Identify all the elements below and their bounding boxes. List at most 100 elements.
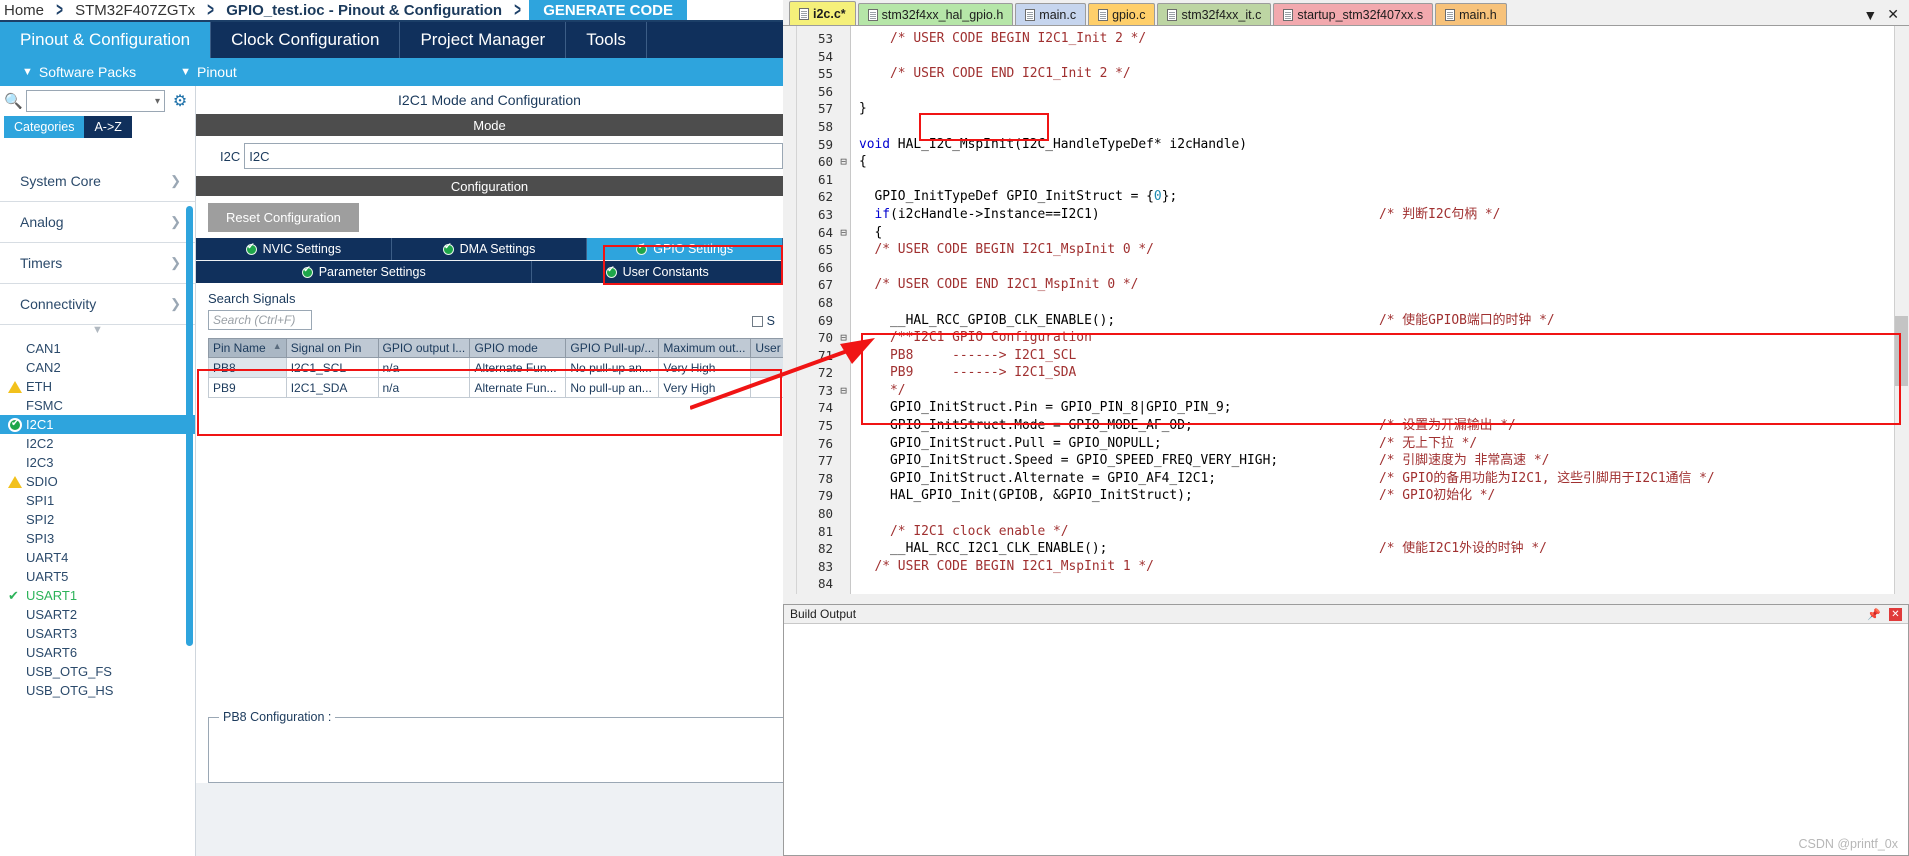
- code-line[interactable]: {: [859, 224, 1909, 242]
- fold-marker[interactable]: ⊟: [837, 382, 850, 400]
- code-line[interactable]: {: [859, 153, 1909, 171]
- code-line[interactable]: [859, 48, 1909, 66]
- code-line[interactable]: __HAL_RCC_GPIOB_CLK_ENABLE();/* 使能GPIOB端…: [859, 312, 1909, 330]
- fold-marker[interactable]: [837, 523, 850, 541]
- category-analog[interactable]: Analog ❯: [0, 202, 195, 243]
- category-system-core[interactable]: System Core ❯: [0, 161, 195, 202]
- fold-marker[interactable]: [837, 206, 850, 224]
- fold-marker[interactable]: [837, 558, 850, 576]
- code-line[interactable]: /* USER CODE END I2C1_MspInit 0 */: [859, 276, 1909, 294]
- code-line[interactable]: if(i2cHandle->Instance==I2C1)/* 判断I2C句柄 …: [859, 206, 1909, 224]
- fold-marker[interactable]: [837, 171, 850, 189]
- col-maximum-output-speed[interactable]: Maximum out...: [658, 338, 752, 358]
- peripheral-spi2[interactable]: SPI2: [0, 510, 195, 529]
- generate-code-button[interactable]: GENERATE CODE: [529, 0, 687, 20]
- peripheral-can1[interactable]: CAN1: [0, 339, 195, 358]
- peripheral-can2[interactable]: CAN2: [0, 358, 195, 377]
- checkbox-icon[interactable]: [751, 315, 763, 327]
- fold-marker[interactable]: [837, 399, 850, 417]
- peripheral-i2c1[interactable]: I2C1: [0, 415, 195, 434]
- peripheral-usb-otg-fs[interactable]: USB_OTG_FS: [0, 662, 195, 681]
- tab-dma-settings[interactable]: DMA Settings: [392, 238, 588, 260]
- peripheral-spi3[interactable]: SPI3: [0, 529, 195, 548]
- code-line[interactable]: [859, 294, 1909, 312]
- fold-marker[interactable]: [837, 65, 850, 83]
- code-editor[interactable]: 53 54 55 56 57 58 59 60 61 62 63 64 65 66 67 68 69 70 71 72…: [783, 26, 1909, 594]
- fold-marker[interactable]: [837, 30, 850, 48]
- code-line[interactable]: [859, 118, 1909, 136]
- tab-clock-configuration[interactable]: Clock Configuration: [211, 22, 401, 58]
- tab-gpio-settings[interactable]: GPIO Settings: [587, 238, 783, 260]
- tab-categories[interactable]: Categories: [4, 116, 85, 138]
- category-timers[interactable]: Timers ❯: [0, 243, 195, 284]
- code-line[interactable]: [859, 83, 1909, 101]
- code-line[interactable]: PB8 ------> I2C1_SCL: [859, 347, 1909, 365]
- peripheral-i2c2[interactable]: I2C2: [0, 434, 195, 453]
- code-line[interactable]: GPIO_InitStruct.Speed = GPIO_SPEED_FREQ_…: [859, 452, 1909, 470]
- category-connectivity[interactable]: Connectivity ❯: [0, 284, 195, 325]
- code-line[interactable]: /* I2C1 clock enable */: [859, 523, 1909, 541]
- breadcrumb-project[interactable]: GPIO_test.ioc - Pinout & Configuration: [222, 2, 506, 19]
- reset-configuration-button[interactable]: Reset Configuration: [208, 202, 359, 232]
- code-line[interactable]: /* USER CODE BEGIN I2C1_MspInit 0 */: [859, 241, 1909, 259]
- code-line[interactable]: /* USER CODE BEGIN I2C1_Init 2 */: [859, 30, 1909, 48]
- tab-parameter-settings[interactable]: Parameter Settings: [196, 261, 533, 283]
- fold-marker[interactable]: [837, 312, 850, 330]
- tab-nvic-settings[interactable]: NVIC Settings: [196, 238, 392, 260]
- breadcrumb-mcu[interactable]: STM32F407ZGTx: [71, 2, 199, 19]
- breadcrumb-home[interactable]: Home: [0, 2, 48, 19]
- table-row[interactable]: PB9 I2C1_SDA n/a Alternate Fun... No pul…: [208, 377, 783, 398]
- fold-marker[interactable]: [837, 505, 850, 523]
- scroll-grip[interactable]: ▼: [0, 325, 195, 339]
- code-line[interactable]: GPIO_InitTypeDef GPIO_InitStruct = {0};: [859, 188, 1909, 206]
- code-line[interactable]: void HAL_I2C_MspInit(I2C_HandleTypeDef* …: [859, 136, 1909, 154]
- peripheral-spi1[interactable]: SPI1: [0, 491, 195, 510]
- fold-marker[interactable]: [837, 364, 850, 382]
- fold-marker[interactable]: [837, 136, 850, 154]
- fold-marker[interactable]: ⊟: [837, 224, 850, 242]
- fold-marker[interactable]: [837, 118, 850, 136]
- peripheral-usart2[interactable]: USART2: [0, 605, 195, 624]
- col-gpio-output-level[interactable]: GPIO output l...: [377, 338, 471, 358]
- code-line[interactable]: /**I2C1 GPIO Configuration: [859, 329, 1909, 347]
- pin-icon[interactable]: 📌: [1867, 608, 1881, 621]
- peripheral-usb-otg-hs[interactable]: USB_OTG_HS: [0, 681, 195, 700]
- file-tab-startup-stm32f407xx-s[interactable]: startup_stm32f407xx.s: [1273, 3, 1434, 25]
- col-user-label[interactable]: User: [750, 338, 783, 358]
- file-tab-gpio-c[interactable]: gpio.c: [1088, 3, 1156, 25]
- peripheral-eth[interactable]: ETH: [0, 377, 195, 396]
- fold-marker[interactable]: [837, 259, 850, 277]
- code-line[interactable]: [859, 171, 1909, 189]
- close-icon[interactable]: ✕: [1887, 6, 1899, 23]
- code-line[interactable]: GPIO_InitStruct.Pull = GPIO_NOPULL;/* 无上…: [859, 435, 1909, 453]
- tab-pinout-configuration[interactable]: Pinout & Configuration: [0, 22, 212, 58]
- peripheral-uart5[interactable]: UART5: [0, 567, 195, 586]
- pinout-menu[interactable]: ▼ Pinout: [158, 64, 259, 80]
- tree-scrollbar[interactable]: [186, 206, 193, 646]
- code-line[interactable]: __HAL_RCC_I2C1_CLK_ENABLE();/* 使能I2C1外设的…: [859, 540, 1909, 558]
- fold-marker[interactable]: [837, 276, 850, 294]
- scrollbar-thumb[interactable]: [1895, 316, 1908, 386]
- gear-icon[interactable]: ⚙: [169, 91, 191, 111]
- search-input[interactable]: ▾: [26, 90, 165, 112]
- peripheral-i2c3[interactable]: I2C3: [0, 453, 195, 472]
- file-tab-main-h[interactable]: main.h: [1435, 3, 1507, 25]
- peripheral-usart6[interactable]: USART6: [0, 643, 195, 662]
- code-line[interactable]: }: [859, 100, 1909, 118]
- fold-marker[interactable]: [837, 435, 850, 453]
- fold-marker[interactable]: [837, 241, 850, 259]
- fold-marker[interactable]: [837, 347, 850, 365]
- fold-marker[interactable]: [837, 48, 850, 66]
- file-tab-stm32f4xx-hal-gpio-h[interactable]: stm32f4xx_hal_gpio.h: [857, 3, 1014, 25]
- tab-a-to-z[interactable]: A->Z: [84, 116, 132, 138]
- file-tab-stm32f4xx-it-c[interactable]: stm32f4xx_it.c: [1157, 3, 1272, 25]
- code-line[interactable]: PB9 ------> I2C1_SDA: [859, 364, 1909, 382]
- tab-tools[interactable]: Tools: [566, 22, 647, 58]
- peripheral-fsmc[interactable]: FSMC: [0, 396, 195, 415]
- code-line[interactable]: GPIO_InitStruct.Pin = GPIO_PIN_8|GPIO_PI…: [859, 399, 1909, 417]
- fold-marker[interactable]: [837, 188, 850, 206]
- code-line[interactable]: [859, 259, 1909, 277]
- code-line[interactable]: GPIO_InitStruct.Mode = GPIO_MODE_AF_OD; /…: [859, 417, 1909, 435]
- editor-marker-gutter[interactable]: [783, 26, 797, 594]
- col-gpio-mode[interactable]: GPIO mode: [469, 338, 567, 358]
